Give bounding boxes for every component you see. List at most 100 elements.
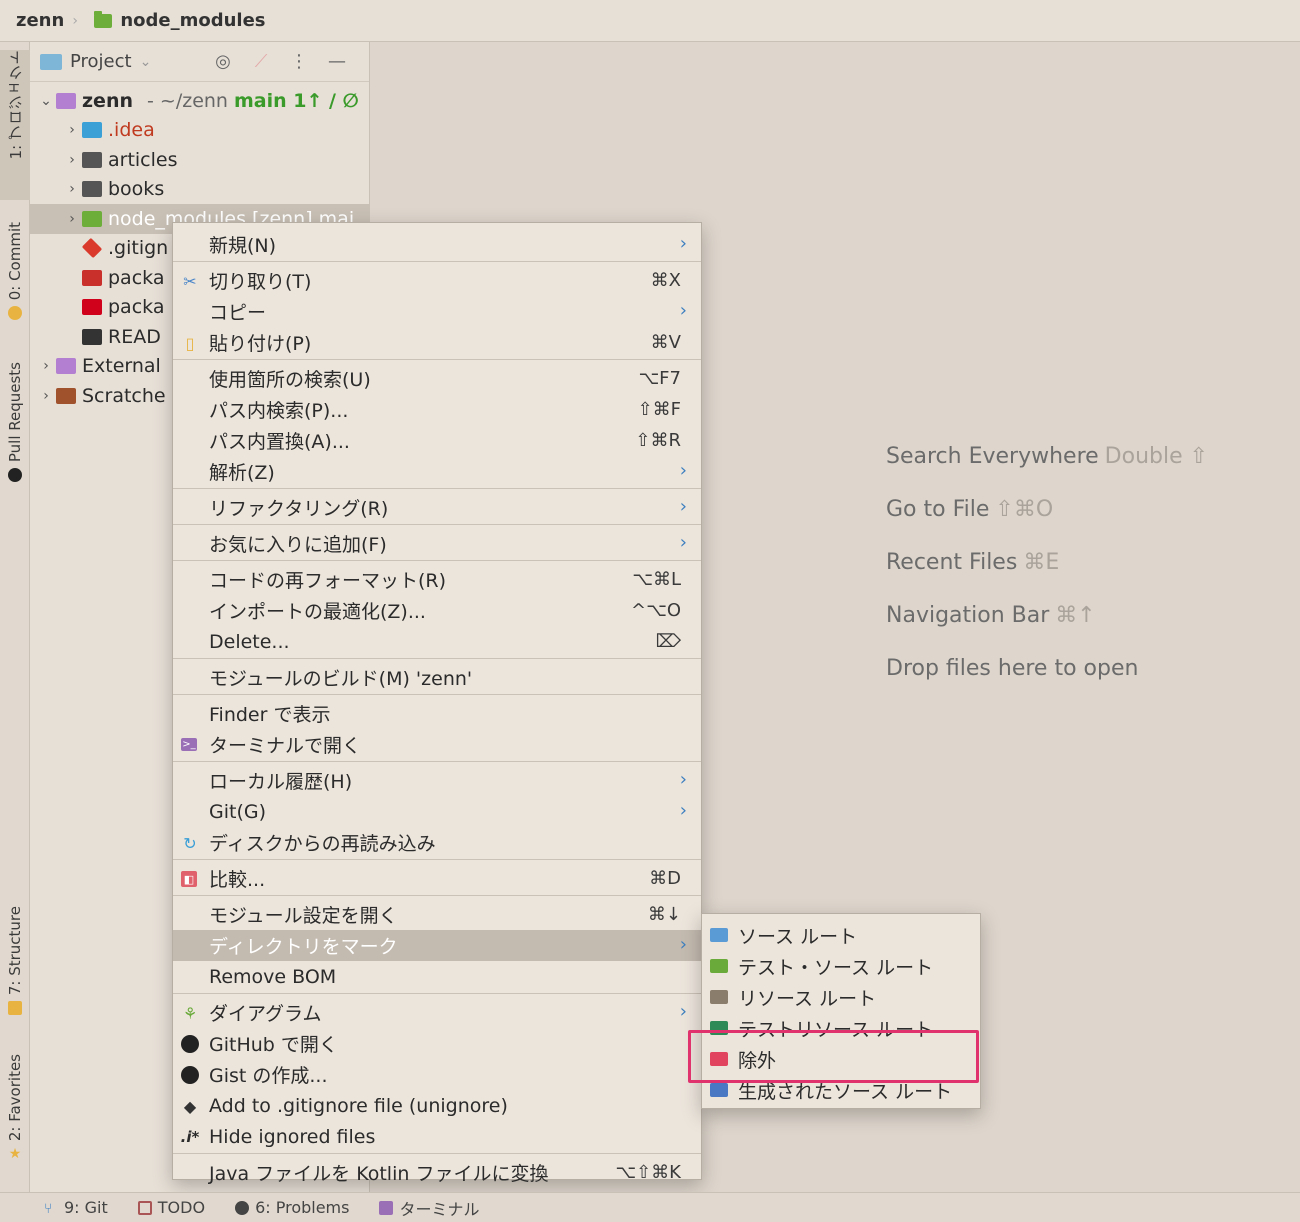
- breadcrumb-current[interactable]: node_modules: [120, 10, 265, 31]
- hint-shortcut: ⇧⌘O: [995, 497, 1054, 522]
- chevron-right-icon: ›: [679, 800, 687, 821]
- tab-project[interactable]: 1: プロジェクト: [0, 50, 30, 200]
- menu-item-label: 切り取り(T): [209, 271, 312, 293]
- github-icon: [8, 468, 22, 483]
- chevron-right-icon[interactable]: ›: [36, 388, 56, 404]
- menu-item-reformat-code[interactable]: コードの再フォーマット(R) ⌥⌘L: [173, 564, 701, 595]
- hide-icon[interactable]: —: [326, 50, 348, 72]
- refresh-icon: ↻: [183, 833, 197, 853]
- menu-item-convert-java-to-kotlin[interactable]: Java ファイルを Kotlin ファイルに変換 ⌥⇧⌘K: [173, 1157, 701, 1188]
- more-options-icon[interactable]: ⋮: [288, 50, 310, 72]
- chevron-down-icon[interactable]: ⌄: [140, 54, 152, 70]
- todo-icon: [137, 1200, 152, 1215]
- collapse-icon[interactable]: ⟋: [250, 50, 272, 72]
- menu-item-analyze[interactable]: 解析(Z) ›: [173, 456, 701, 487]
- menu-item-compare[interactable]: ◧ 比較... ⌘D: [173, 863, 701, 894]
- menu-item-delete[interactable]: Delete... ⌦: [173, 626, 701, 657]
- chevron-right-icon[interactable]: ›: [62, 122, 82, 138]
- menu-item-copy[interactable]: コピー ›: [173, 296, 701, 327]
- menu-item-cut[interactable]: ✂ 切り取り(T) ⌘X: [173, 265, 701, 296]
- tree-item-articles[interactable]: › articles: [30, 145, 370, 175]
- tree-item-label: READ: [108, 325, 161, 348]
- menu-item-reload-from-disk[interactable]: ↻ ディスクからの再読み込み: [173, 827, 701, 858]
- submenu-item-resources-root[interactable]: リソース ルート: [702, 982, 980, 1013]
- tree-item-label: packa: [108, 296, 165, 319]
- tool-tab-label: 6: Problems: [255, 1198, 350, 1217]
- chevron-down-icon[interactable]: ⌄: [36, 93, 56, 109]
- menu-item-open-in-terminal[interactable]: >_ ターミナルで開く: [173, 729, 701, 760]
- project-view-selector[interactable]: Project: [70, 51, 132, 72]
- menu-item-replace-in-path[interactable]: パス内置換(A)... ⇧⌘R: [173, 425, 701, 456]
- generated-folder-icon: [710, 1083, 728, 1097]
- tree-item-label: .gitign: [108, 237, 169, 260]
- hint-label: Drop files here to open: [886, 656, 1139, 681]
- submenu-item-test-sources-root[interactable]: テスト・ソース ルート: [702, 951, 980, 982]
- chevron-right-icon[interactable]: ›: [62, 152, 82, 168]
- npm-icon: [82, 269, 102, 286]
- mark-directory-submenu: ソース ルート テスト・ソース ルート リソース ルート テストリソース ルート…: [701, 913, 981, 1109]
- tool-tab-terminal[interactable]: ターミナル: [379, 1196, 479, 1220]
- tree-item-books[interactable]: › books: [30, 175, 370, 205]
- submenu-item-excluded[interactable]: 除外: [702, 1044, 980, 1075]
- submenu-item-sources-root[interactable]: ソース ルート: [702, 920, 980, 951]
- menu-item-label: Finder で表示: [209, 704, 331, 726]
- tool-tab-label: 9: Git: [64, 1198, 108, 1217]
- tool-tab-todo[interactable]: TODO: [137, 1198, 205, 1217]
- tree-item-zenn[interactable]: ⌄ zenn - ~/zenn main 1↑ / ∅: [30, 86, 370, 116]
- locate-icon[interactable]: ◎: [212, 50, 234, 72]
- menu-item-mark-directory[interactable]: ディレクトリをマーク ›: [173, 930, 701, 961]
- project-panel-header: Project ⌄ ◎ ⟋ ⋮ —: [30, 42, 369, 82]
- submenu-item-test-resources-root[interactable]: テストリソース ルート: [702, 1013, 980, 1044]
- tree-item-idea[interactable]: › .idea: [30, 116, 370, 146]
- breadcrumb-root[interactable]: zenn: [16, 10, 64, 31]
- menu-item-label: Java ファイルを Kotlin ファイルに変換: [209, 1163, 549, 1185]
- menu-item-label: Delete...: [209, 630, 290, 653]
- menu-item-shortcut: ^⌥O: [631, 600, 681, 621]
- tab-project-label: 1: プロジェクト: [6, 50, 25, 160]
- tool-tab-git[interactable]: ⑂ 9: Git: [44, 1198, 108, 1217]
- menu-item-hide-ignored-files[interactable]: .i* Hide ignored files: [173, 1121, 701, 1152]
- menu-item-label: Remove BOM: [209, 965, 337, 988]
- tool-tab-problems[interactable]: 6: Problems: [235, 1198, 349, 1217]
- menu-item-label: コピー: [209, 302, 267, 324]
- menu-item-label: 比較...: [209, 869, 266, 891]
- menu-item-open-module-settings[interactable]: モジュール設定を開く ⌘↓: [173, 899, 701, 930]
- menu-item-shortcut: ⌦: [655, 631, 681, 652]
- hint-drop-files: Drop files here to open: [886, 656, 1286, 709]
- tab-structure[interactable]: 7: Structure: [0, 906, 30, 1026]
- menu-item-add-to-gitignore[interactable]: ◆ Add to .gitignore file (unignore): [173, 1090, 701, 1121]
- menu-item-label: ディレクトリをマーク: [209, 936, 398, 958]
- menu-item-shortcut: ⌘D: [649, 868, 681, 889]
- tool-tab-label: ターミナル: [399, 1199, 480, 1219]
- git-branch-status: main 1↑ / ∅: [233, 89, 359, 112]
- menu-item-create-gist[interactable]: Gist の作成...: [173, 1059, 701, 1090]
- tab-pull-requests-label: Pull Requests: [6, 362, 24, 463]
- menu-item-remove-bom[interactable]: Remove BOM: [173, 961, 701, 992]
- chevron-right-icon[interactable]: ›: [62, 211, 82, 227]
- chevron-right-icon: ›: [679, 1001, 687, 1022]
- tab-pull-requests[interactable]: Pull Requests: [0, 362, 30, 502]
- menu-item-new[interactable]: 新規(N) ›: [173, 229, 701, 260]
- menu-item-add-to-favorites[interactable]: お気に入りに追加(F) ›: [173, 528, 701, 559]
- hint-shortcut: Double ⇧: [1104, 444, 1209, 469]
- menu-item-build-module[interactable]: モジュールのビルド(M) 'zenn': [173, 662, 701, 693]
- chevron-right-icon[interactable]: ›: [62, 181, 82, 197]
- submenu-item-generated-sources-root[interactable]: 生成されたソース ルート: [702, 1075, 980, 1106]
- menu-item-label: ディスクからの再読み込み: [209, 833, 436, 855]
- menu-item-reveal-in-finder[interactable]: Finder で表示: [173, 698, 701, 729]
- menu-item-find-in-path[interactable]: パス内検索(P)... ⇧⌘F: [173, 394, 701, 425]
- tab-commit[interactable]: 0: Commit: [0, 222, 30, 332]
- menu-item-refactor[interactable]: リファクタリング(R) ›: [173, 492, 701, 523]
- menu-item-diagrams[interactable]: ⚘ ダイアグラム ›: [173, 997, 701, 1028]
- menu-item-paste[interactable]: ▯ 貼り付け(P) ⌘V: [173, 327, 701, 358]
- compare-icon: ◧: [181, 871, 197, 887]
- chevron-right-icon[interactable]: ›: [36, 358, 56, 374]
- tab-favorites[interactable]: 2: Favorites ★: [0, 1054, 30, 1174]
- chevron-right-icon: ›: [679, 769, 687, 790]
- menu-item-git[interactable]: Git(G) ›: [173, 796, 701, 827]
- menu-item-local-history[interactable]: ローカル履歴(H) ›: [173, 765, 701, 796]
- menu-item-find-usages[interactable]: 使用箇所の検索(U) ⌥F7: [173, 363, 701, 394]
- menu-item-optimize-imports[interactable]: インポートの最適化(Z)... ^⌥O: [173, 595, 701, 626]
- menu-item-open-on-github[interactable]: GitHub で開く: [173, 1028, 701, 1059]
- structure-icon: [8, 1001, 22, 1016]
